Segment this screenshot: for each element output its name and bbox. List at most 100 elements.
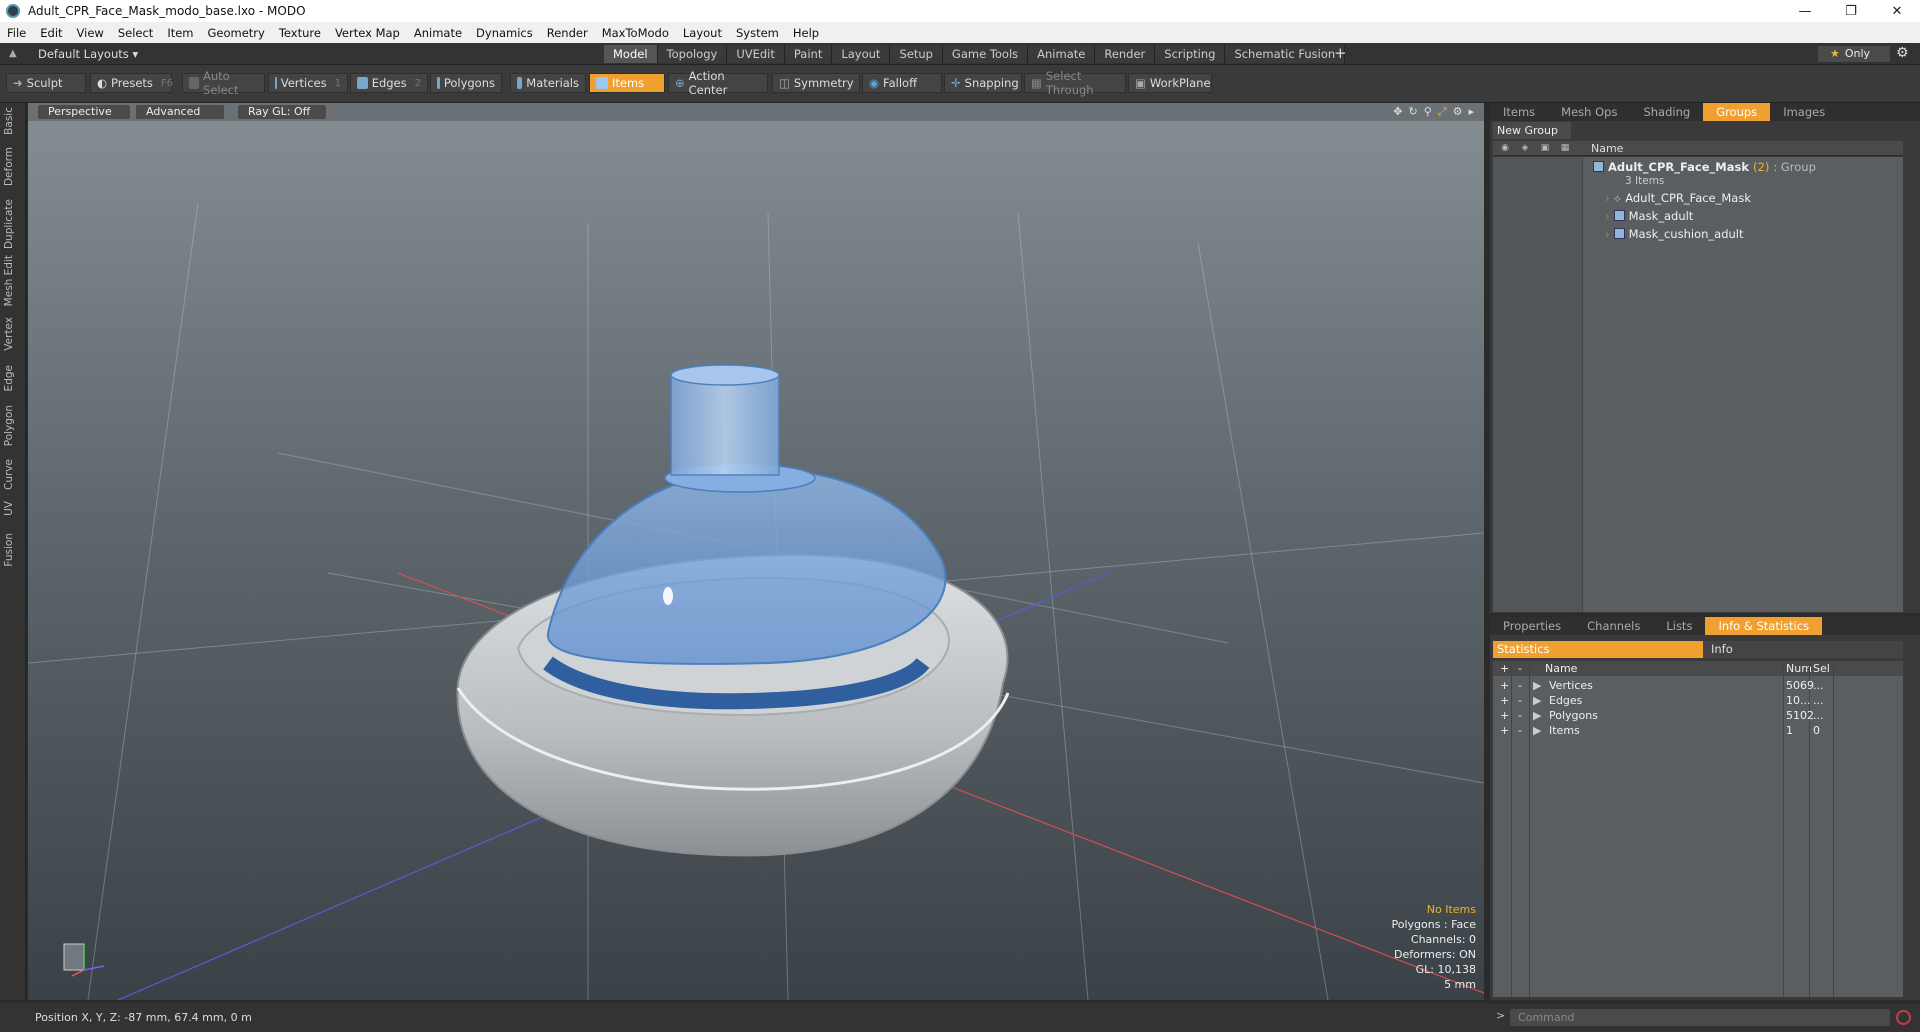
menu-geometry[interactable]: Geometry xyxy=(201,26,272,40)
tab-uvedit[interactable]: UVEdit xyxy=(727,45,785,63)
minimize-button[interactable]: — xyxy=(1782,0,1828,22)
viewport-settings-icon[interactable]: ⚙ xyxy=(1453,105,1463,119)
vtab-fusion[interactable]: Fusion xyxy=(3,533,15,567)
workplane-button[interactable]: ▣ WorkPlane xyxy=(1128,73,1212,93)
tab-game-tools[interactable]: Game Tools xyxy=(942,45,1029,63)
viewport-expand-icon[interactable]: ▸ xyxy=(1468,105,1474,119)
vtab-curve[interactable]: Curve xyxy=(3,459,15,490)
menu-system[interactable]: System xyxy=(729,26,786,40)
tab-paint[interactable]: Paint xyxy=(784,45,833,63)
command-input[interactable]: Command xyxy=(1510,1009,1890,1026)
action-center-button[interactable]: ⊕ Action Center xyxy=(668,69,768,97)
symmetry-button[interactable]: ◫ Symmetry xyxy=(772,73,860,93)
close-button[interactable]: ✕ xyxy=(1874,0,1920,22)
menu-dynamics[interactable]: Dynamics xyxy=(469,26,540,40)
tab-animate[interactable]: Animate xyxy=(1028,45,1096,63)
render-icon[interactable]: ◈ xyxy=(1519,143,1531,154)
menu-vertex-map[interactable]: Vertex Map xyxy=(328,26,407,40)
list-item[interactable]: › Mask_cushion_adult xyxy=(1605,226,1743,243)
only-button[interactable]: ★ Only xyxy=(1818,46,1890,62)
expand-triangle-icon[interactable]: ▶ xyxy=(1533,723,1541,738)
tab-mesh-ops[interactable]: Mesh Ops xyxy=(1548,103,1630,121)
menu-maxtomodo[interactable]: MaxToModo xyxy=(595,26,676,40)
info-header[interactable]: Info xyxy=(1703,641,1903,658)
menu-view[interactable]: View xyxy=(70,26,111,40)
tab-lists[interactable]: Lists xyxy=(1653,617,1705,635)
vtab-duplicate[interactable]: Duplicate xyxy=(3,199,15,249)
perspective-button[interactable]: Perspective xyxy=(38,105,130,119)
add-icon[interactable]: + xyxy=(1500,708,1509,723)
menu-edit[interactable]: Edit xyxy=(33,26,69,40)
expand-triangle-icon[interactable]: ▶ xyxy=(1533,693,1541,708)
vtab-vertex[interactable]: Vertex xyxy=(3,317,15,351)
menu-file[interactable]: File xyxy=(0,26,33,40)
remove-icon[interactable]: - xyxy=(1518,678,1522,693)
tab-topology[interactable]: Topology xyxy=(657,45,728,63)
default-layouts-dropdown[interactable]: Default Layouts ▾ xyxy=(38,47,138,61)
add-icon[interactable]: + xyxy=(1500,723,1509,738)
visibility-eye-icon[interactable]: ◉ xyxy=(1499,143,1511,154)
collapse-all-icon[interactable]: - xyxy=(1518,661,1522,676)
add-icon[interactable]: + xyxy=(1500,693,1509,708)
new-group-button[interactable]: New Group xyxy=(1493,122,1571,139)
menu-help[interactable]: Help xyxy=(786,26,826,40)
menu-item[interactable]: Item xyxy=(160,26,200,40)
vtab-mesh-edit[interactable]: Mesh Edit xyxy=(3,255,15,306)
auto-select-button[interactable]: Auto Select xyxy=(182,69,265,97)
vtab-uv[interactable]: UV xyxy=(3,501,15,516)
menu-layout[interactable]: Layout xyxy=(676,26,729,40)
move-view-icon[interactable]: ✥ xyxy=(1393,105,1402,119)
vtab-polygon[interactable]: Polygon xyxy=(3,405,15,446)
statistics-header[interactable]: Statistics xyxy=(1493,641,1703,658)
fit-view-icon[interactable]: ⤢ xyxy=(1438,105,1447,119)
tab-model[interactable]: Model xyxy=(604,45,658,63)
polygons-button[interactable]: Polygons xyxy=(430,73,502,93)
tab-groups[interactable]: Groups xyxy=(1703,103,1771,121)
lock-icon[interactable]: ▣ xyxy=(1539,143,1551,154)
materials-button[interactable]: Materials xyxy=(510,73,586,93)
tab-setup[interactable]: Setup xyxy=(890,45,943,63)
remove-icon[interactable]: - xyxy=(1518,693,1522,708)
vtab-basic[interactable]: Basic xyxy=(3,107,15,135)
select-icon[interactable]: ▦ xyxy=(1559,143,1571,154)
add-icon[interactable]: + xyxy=(1500,678,1509,693)
table-row[interactable]: + - ▶ Polygons 5102 ... xyxy=(1493,708,1903,723)
tab-channels[interactable]: Channels xyxy=(1574,617,1653,635)
expand-all-icon[interactable]: + xyxy=(1500,661,1509,676)
table-row[interactable]: + - ▶ Vertices 5069 ... xyxy=(1493,678,1903,693)
vertices-button[interactable]: Vertices 1 xyxy=(268,73,348,93)
tab-render[interactable]: Render xyxy=(1095,45,1156,63)
3d-viewport[interactable]: Perspective Advanced Ray GL: Off ✥ ↻ ⚲ ⤢… xyxy=(28,103,1484,1000)
record-icon[interactable] xyxy=(1896,1010,1911,1025)
table-row[interactable]: + - ▶ Edges 10... ... xyxy=(1493,693,1903,708)
snapping-button[interactable]: ✛ Snapping xyxy=(944,73,1022,93)
tab-scripting[interactable]: Scripting xyxy=(1155,45,1226,63)
raygl-button[interactable]: Ray GL: Off xyxy=(238,105,326,119)
edges-button[interactable]: Edges 2 xyxy=(350,73,428,93)
vtab-deform[interactable]: Deform xyxy=(3,147,15,186)
select-through-button[interactable]: ▦ Select Through xyxy=(1024,69,1126,97)
tab-items[interactable]: Items xyxy=(1490,103,1548,121)
items-button[interactable]: Items xyxy=(589,73,665,93)
expand-triangle-icon[interactable]: ▶ xyxy=(1533,678,1541,693)
sculpt-button[interactable]: ➜ Sculpt xyxy=(6,73,86,93)
tab-layout[interactable]: Layout xyxy=(832,45,891,63)
rotate-view-icon[interactable]: ↻ xyxy=(1409,105,1418,119)
remove-icon[interactable]: - xyxy=(1518,708,1522,723)
vtab-edge[interactable]: Edge xyxy=(3,365,15,391)
presets-button[interactable]: ◐ Presets F6 xyxy=(90,73,173,93)
menu-select[interactable]: Select xyxy=(111,26,160,40)
menu-render[interactable]: Render xyxy=(540,26,595,40)
maximize-button[interactable]: ❐ xyxy=(1828,0,1874,22)
list-item[interactable]: › Mask_adult xyxy=(1605,208,1693,225)
list-item[interactable]: › ⟡ Adult_CPR_Face_Mask xyxy=(1605,190,1751,207)
gear-icon[interactable]: ⚙ xyxy=(1896,45,1909,61)
advanced-button[interactable]: Advanced xyxy=(136,105,224,119)
table-row[interactable]: + - ▶ Items 1 0 xyxy=(1493,723,1903,738)
menu-texture[interactable]: Texture xyxy=(272,26,328,40)
tab-images[interactable]: Images xyxy=(1770,103,1838,121)
tab-info-statistics[interactable]: Info & Statistics xyxy=(1705,617,1823,635)
menu-animate[interactable]: Animate xyxy=(407,26,469,40)
tab-schematic-fusion[interactable]: Schematic Fusion xyxy=(1225,45,1346,63)
layout-toggle-icon[interactable]: ▲ xyxy=(9,48,17,59)
